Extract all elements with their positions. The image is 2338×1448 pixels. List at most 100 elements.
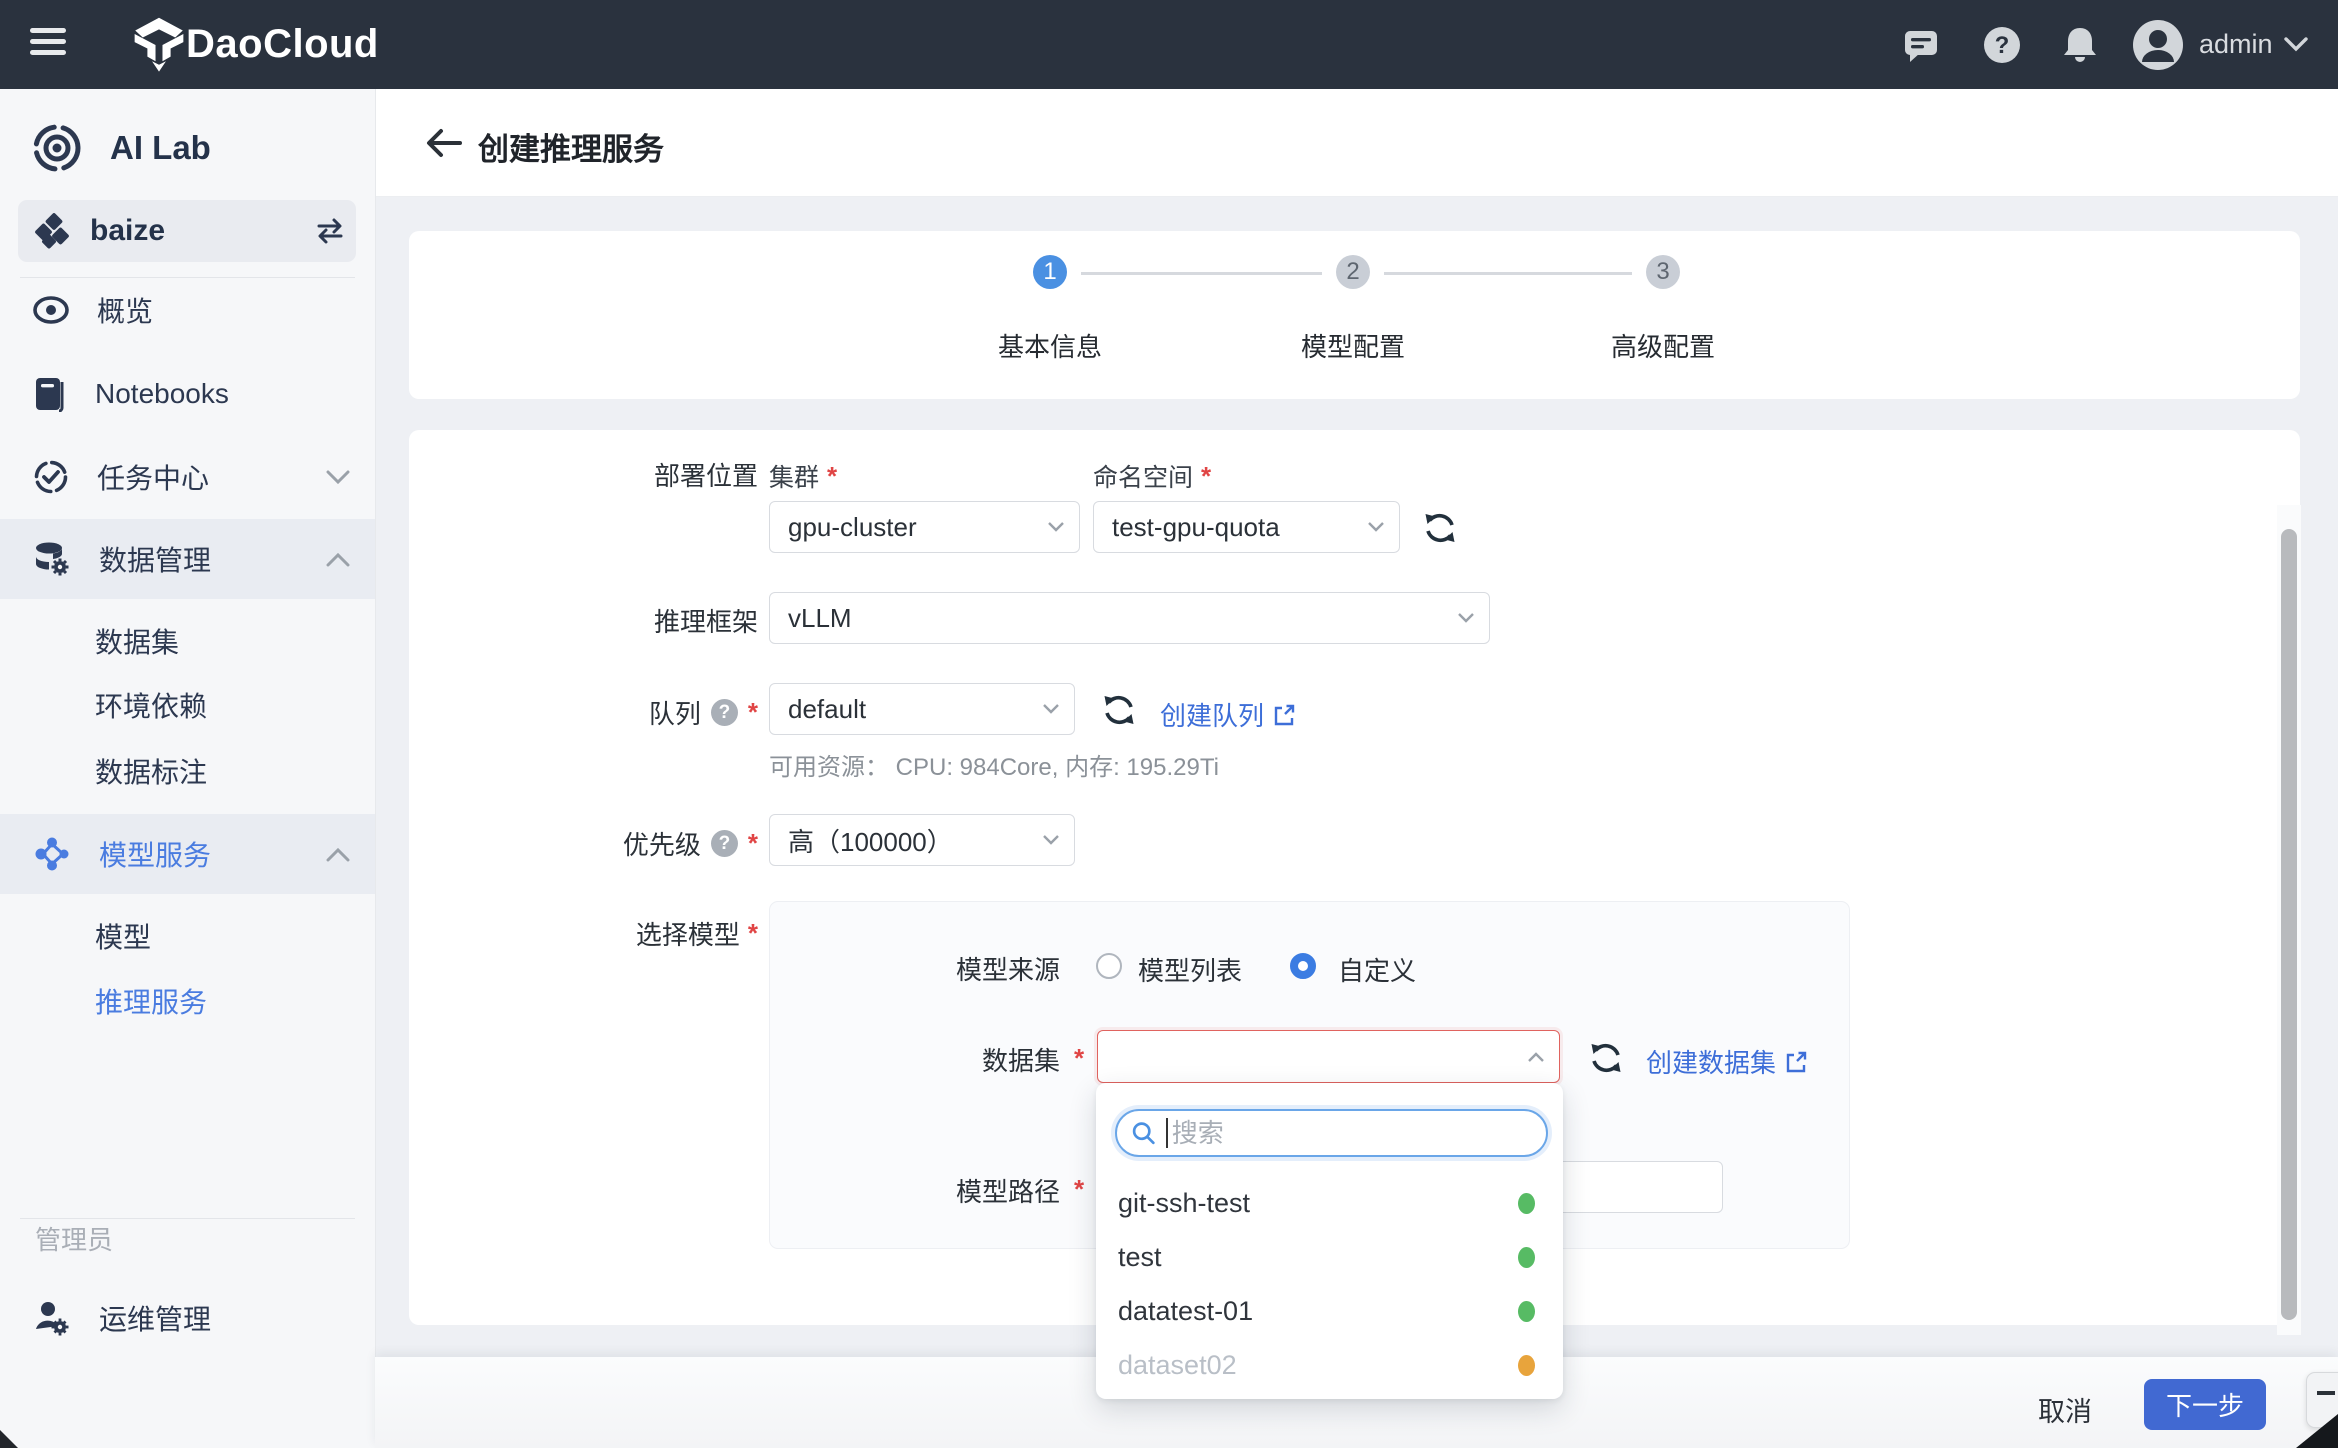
radio-model-list[interactable]: [1096, 953, 1122, 979]
user-avatar[interactable]: [2132, 19, 2184, 71]
sidebar-item-model-services[interactable]: 模型服务: [0, 825, 375, 883]
dropdown-item-disabled[interactable]: dataset02: [1096, 1338, 1563, 1392]
radio-model-list-label[interactable]: 模型列表: [1138, 951, 1242, 988]
step-connector: [1081, 272, 1322, 275]
dataset-label: 数据集: [940, 1041, 1060, 1078]
sidebar-item-label: Notebooks: [95, 378, 229, 410]
sidebar-item-overview[interactable]: 概览: [0, 281, 375, 339]
queue-resources-hint: 可用资源： CPU: 984Core, 内存: 195.29Ti: [769, 747, 1219, 782]
chevron-up-icon: [326, 847, 350, 862]
step-1-circle: 1: [1033, 255, 1067, 289]
step-2-label: 模型配置: [1301, 327, 1405, 364]
ops-user-gear-icon: [33, 1299, 71, 1337]
workspace-name: baize: [90, 214, 165, 248]
daocloud-logo-icon: [130, 16, 188, 74]
select-model-label: 选择模型*: [560, 915, 758, 952]
scrollbar-thumb[interactable]: [2281, 529, 2297, 1320]
product-name: AI Lab: [110, 129, 211, 167]
sidebar-section-admin: 管理员: [35, 1220, 113, 1257]
framework-select[interactable]: vLLM: [769, 592, 1490, 644]
help-icon[interactable]: ?: [1982, 25, 2022, 65]
refresh-icon[interactable]: [1587, 1039, 1625, 1077]
step-1-label: 基本信息: [998, 327, 1102, 364]
model-services-icon: [33, 835, 71, 873]
step-2-circle: 2: [1336, 255, 1370, 289]
create-queue-link[interactable]: 创建队列: [1160, 696, 1296, 733]
radio-custom-label[interactable]: 自定义: [1338, 951, 1416, 988]
sidebar-item-label: 模型: [95, 916, 151, 956]
cluster-select[interactable]: gpu-cluster: [769, 501, 1080, 553]
refresh-icon[interactable]: [1421, 509, 1459, 547]
dropdown-item[interactable]: git-ssh-test: [1096, 1176, 1563, 1230]
step-3-label: 高级配置: [1611, 327, 1715, 364]
priority-label: 优先级 ? *: [560, 825, 758, 862]
sidebar-item-label: 推理服务: [95, 981, 207, 1021]
database-gear-icon: [33, 540, 71, 578]
framework-label: 推理框架: [560, 602, 758, 639]
sidebar-item-notebooks[interactable]: Notebooks: [0, 365, 375, 423]
dataset-search-input[interactable]: [1170, 1117, 1532, 1150]
sidebar-divider: [20, 1218, 355, 1219]
notebook-icon: [33, 376, 67, 412]
radio-custom[interactable]: [1290, 953, 1316, 979]
hamburger-menu-icon[interactable]: [30, 22, 66, 61]
sidebar-item-ops-mgmt[interactable]: 运维管理: [0, 1289, 375, 1347]
cluster-label: 集群*: [769, 458, 837, 494]
cancel-button[interactable]: 取消: [2038, 1390, 2092, 1429]
help-tooltip-icon[interactable]: ?: [711, 830, 738, 857]
sidebar-item-data-mgmt[interactable]: 数据管理: [0, 530, 375, 588]
step-connector: [1384, 272, 1632, 275]
chevron-down-icon: [326, 470, 350, 485]
sidebar-item-label: 模型服务: [99, 834, 211, 874]
required-marker: *: [1074, 1174, 1084, 1205]
queue-label: 队列 ? *: [560, 694, 758, 731]
priority-select[interactable]: 高（100000）: [769, 814, 1075, 866]
status-dot: [1518, 1355, 1535, 1376]
sidebar-divider: [20, 277, 355, 278]
workspace-selector[interactable]: baize: [18, 200, 356, 262]
sidebar-item-task-center[interactable]: 任务中心: [0, 448, 375, 506]
refresh-icon[interactable]: [1100, 691, 1138, 729]
brand-name: DaoCloud: [186, 0, 379, 89]
create-dataset-link[interactable]: 创建数据集: [1646, 1043, 1808, 1080]
messages-icon[interactable]: [1902, 26, 1940, 64]
dataset-search[interactable]: [1115, 1109, 1548, 1157]
app-window: DaoCloud ? admin: [0, 0, 2338, 1448]
help-tooltip-icon[interactable]: ?: [711, 699, 738, 726]
chevron-up-icon: [326, 552, 350, 567]
chevron-down-icon: [1457, 612, 1475, 624]
sidebar-item-datasets[interactable]: 数据集: [0, 612, 375, 670]
back-arrow-icon[interactable]: [424, 126, 464, 160]
user-menu-chevron-icon[interactable]: [2284, 37, 2308, 53]
status-dot: [1518, 1193, 1535, 1214]
external-link-icon: [1784, 1050, 1808, 1074]
switch-workspace-icon[interactable]: [314, 215, 346, 247]
eye-icon: [33, 296, 69, 324]
sidebar-product: AI Lab: [30, 121, 211, 175]
sidebar-item-env-deps[interactable]: 环境依赖: [0, 676, 375, 734]
sidebar-item-label: 环境依赖: [95, 685, 207, 725]
topbar: DaoCloud ? admin: [0, 0, 2338, 89]
sidebar-item-label: 数据标注: [95, 751, 207, 791]
model-source-label: 模型来源: [940, 950, 1060, 987]
sidebar-item-label: 任务中心: [97, 457, 209, 497]
model-path-label: 模型路径: [940, 1172, 1060, 1209]
next-step-button[interactable]: 下一步: [2144, 1379, 2266, 1430]
namespace-select[interactable]: test-gpu-quota: [1093, 501, 1400, 553]
mouse-cursor: [2296, 1414, 2338, 1448]
required-marker: *: [1074, 1043, 1084, 1074]
dataset-select[interactable]: [1097, 1030, 1560, 1083]
workspace-baize-icon: [34, 213, 70, 249]
search-icon: [1131, 1119, 1156, 1147]
sidebar-item-models[interactable]: 模型: [0, 907, 375, 965]
page-title: 创建推理服务: [478, 124, 664, 169]
chevron-down-icon: [1047, 521, 1065, 533]
chevron-up-icon: [1527, 1051, 1545, 1063]
notifications-bell-icon[interactable]: [2060, 24, 2100, 66]
dropdown-item[interactable]: test: [1096, 1230, 1563, 1284]
step-3-circle: 3: [1646, 255, 1680, 289]
sidebar-item-inference-services[interactable]: 推理服务: [0, 972, 375, 1030]
dropdown-item[interactable]: datatest-01: [1096, 1284, 1563, 1338]
queue-select[interactable]: default: [769, 683, 1075, 735]
sidebar-item-data-annotation[interactable]: 数据标注: [0, 742, 375, 800]
